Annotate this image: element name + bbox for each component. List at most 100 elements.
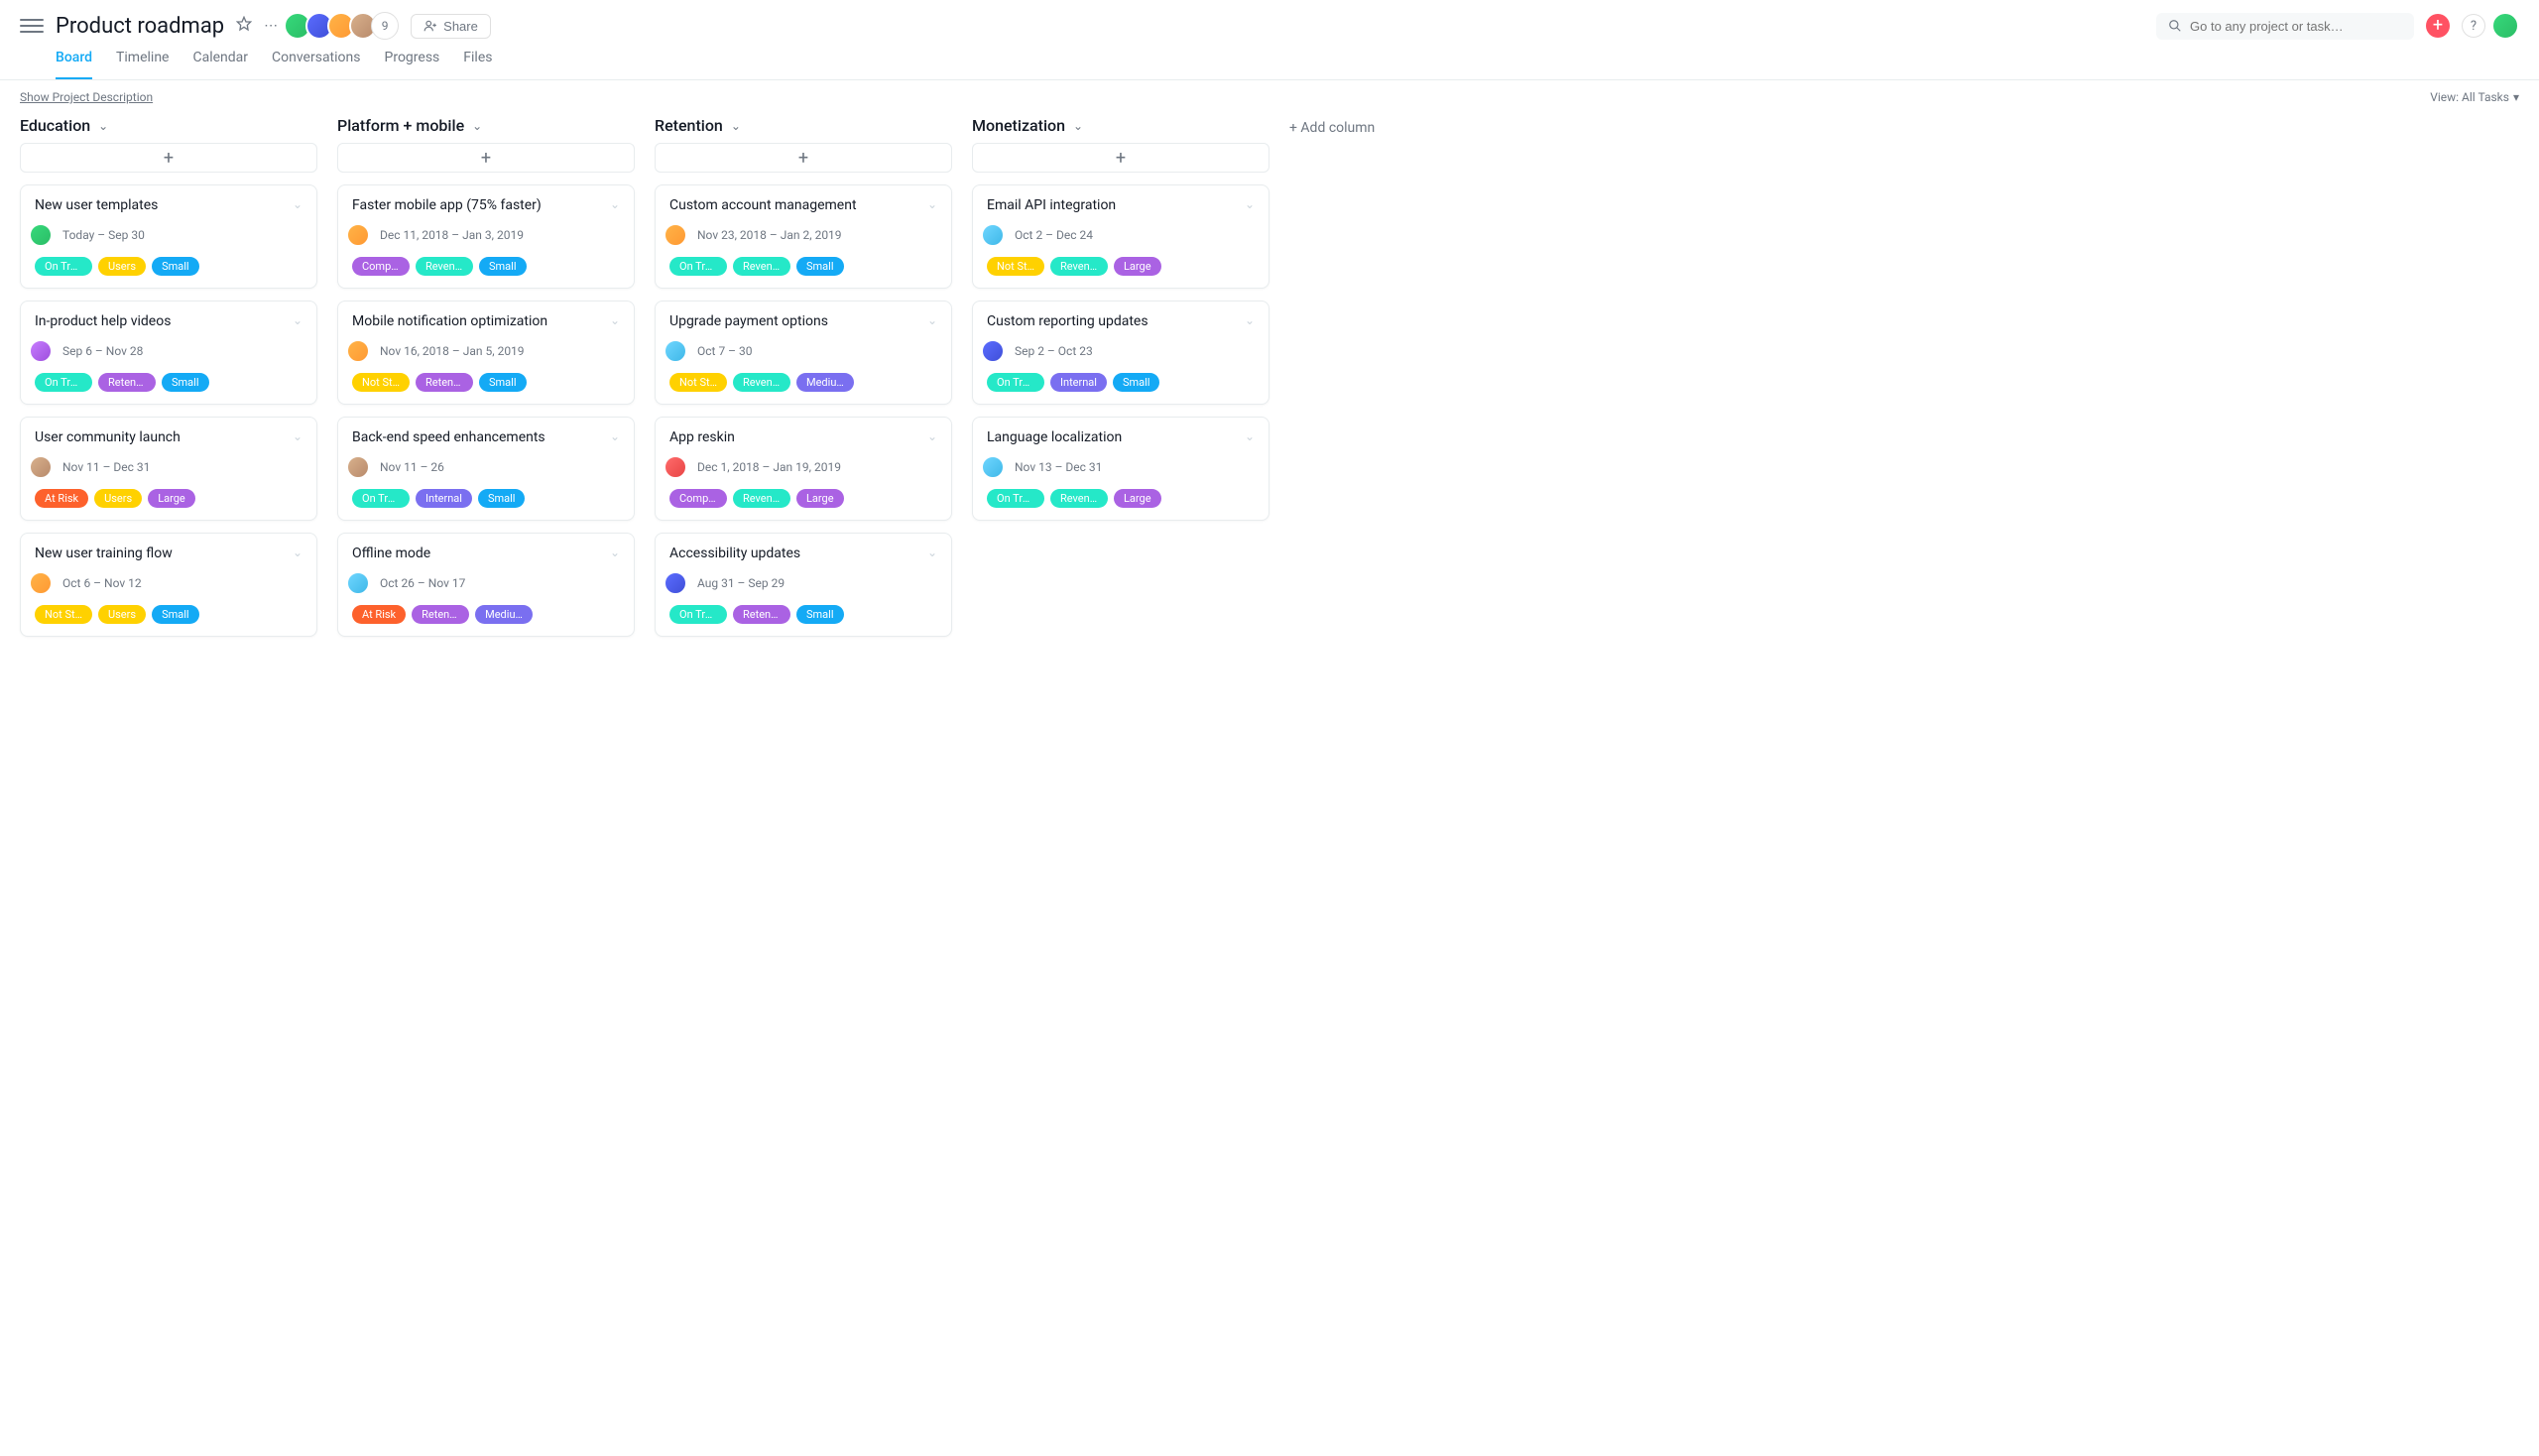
task-card[interactable]: In-product help videos⌄Sep 6 – Nov 28On … xyxy=(20,301,317,405)
menu-icon[interactable] xyxy=(20,14,44,38)
tag[interactable]: Not Started xyxy=(669,373,727,392)
chevron-down-icon[interactable]: ⌄ xyxy=(921,546,937,559)
member-avatars[interactable]: 9 xyxy=(290,12,399,40)
chevron-down-icon[interactable]: ⌄ xyxy=(604,313,620,327)
tab-board[interactable]: Board xyxy=(56,50,92,79)
add-card-button[interactable]: + xyxy=(655,143,952,173)
tag[interactable]: Small xyxy=(152,257,199,276)
assignee-avatar[interactable] xyxy=(29,571,53,595)
add-card-button[interactable]: + xyxy=(337,143,635,173)
tag[interactable]: At Risk xyxy=(35,489,88,508)
chevron-down-icon[interactable]: ⌄ xyxy=(731,119,741,133)
tag[interactable]: Small xyxy=(479,373,527,392)
chevron-down-icon[interactable]: ⌄ xyxy=(287,546,302,559)
more-icon[interactable]: ⋯ xyxy=(264,18,278,34)
tag[interactable]: Large xyxy=(796,489,844,508)
chevron-down-icon[interactable]: ⌄ xyxy=(472,119,482,133)
tag[interactable]: Small xyxy=(796,257,844,276)
tag[interactable]: Retention xyxy=(412,605,469,624)
show-description-link[interactable]: Show Project Description xyxy=(20,90,153,104)
tab-conversations[interactable]: Conversations xyxy=(272,50,360,79)
tag[interactable]: Revenue xyxy=(733,489,790,508)
tab-timeline[interactable]: Timeline xyxy=(116,50,169,79)
task-card[interactable]: New user training flow⌄Oct 6 – Nov 12Not… xyxy=(20,533,317,637)
tag[interactable]: Retention xyxy=(416,373,473,392)
tag[interactable]: On Track xyxy=(987,489,1044,508)
view-selector[interactable]: View: All Tasks ▾ xyxy=(2430,90,2519,104)
tag[interactable]: Revenue xyxy=(733,373,790,392)
assignee-avatar[interactable] xyxy=(664,571,687,595)
share-button[interactable]: Share xyxy=(411,14,491,39)
assignee-avatar[interactable] xyxy=(664,223,687,247)
tag[interactable]: Complete xyxy=(352,257,410,276)
task-card[interactable]: Language localization⌄Nov 13 – Dec 31On … xyxy=(972,417,1270,521)
tab-progress[interactable]: Progress xyxy=(385,50,440,79)
tag[interactable]: Small xyxy=(479,257,527,276)
tag[interactable]: Retention xyxy=(98,373,156,392)
global-add-button[interactable]: + xyxy=(2426,14,2450,38)
task-card[interactable]: Offline mode⌄Oct 26 – Nov 17At RiskReten… xyxy=(337,533,635,637)
assignee-avatar[interactable] xyxy=(346,223,370,247)
tag[interactable]: Small xyxy=(162,373,209,392)
tag[interactable]: Users xyxy=(98,257,146,276)
task-card[interactable]: Faster mobile app (75% faster)⌄Dec 11, 2… xyxy=(337,184,635,289)
global-search[interactable] xyxy=(2156,13,2414,40)
chevron-down-icon[interactable]: ⌄ xyxy=(921,313,937,327)
assignee-avatar[interactable] xyxy=(346,455,370,479)
tag[interactable]: Users xyxy=(98,605,146,624)
assignee-avatar[interactable] xyxy=(29,223,53,247)
tag[interactable]: Small xyxy=(796,605,844,624)
tag[interactable]: Small xyxy=(1113,373,1160,392)
tag[interactable]: Revenue xyxy=(416,257,473,276)
tag[interactable]: Not Started xyxy=(352,373,410,392)
assignee-avatar[interactable] xyxy=(981,223,1005,247)
assignee-avatar[interactable] xyxy=(346,339,370,363)
chevron-down-icon[interactable]: ⌄ xyxy=(287,429,302,443)
assignee-avatar[interactable] xyxy=(981,339,1005,363)
tag[interactable]: On Track xyxy=(35,257,92,276)
task-card[interactable]: Custom reporting updates⌄Sep 2 – Oct 23O… xyxy=(972,301,1270,405)
tag[interactable]: Internal xyxy=(1050,373,1107,392)
chevron-down-icon[interactable]: ⌄ xyxy=(1239,197,1255,211)
chevron-down-icon[interactable]: ⌄ xyxy=(604,197,620,211)
tag[interactable]: Large xyxy=(1114,489,1161,508)
assignee-avatar[interactable] xyxy=(664,339,687,363)
help-button[interactable]: ? xyxy=(2462,14,2485,38)
chevron-down-icon[interactable]: ⌄ xyxy=(98,119,108,133)
tag[interactable]: Complete xyxy=(669,489,727,508)
avatar-overflow[interactable]: 9 xyxy=(371,12,399,40)
tag[interactable]: Users xyxy=(94,489,142,508)
tab-files[interactable]: Files xyxy=(463,50,492,79)
add-card-button[interactable]: + xyxy=(20,143,317,173)
assignee-avatar[interactable] xyxy=(29,339,53,363)
assignee-avatar[interactable] xyxy=(664,455,687,479)
chevron-down-icon[interactable]: ⌄ xyxy=(604,429,620,443)
assignee-avatar[interactable] xyxy=(29,455,53,479)
tag[interactable]: Large xyxy=(1114,257,1161,276)
chevron-down-icon[interactable]: ⌄ xyxy=(1239,313,1255,327)
assignee-avatar[interactable] xyxy=(981,455,1005,479)
tag[interactable]: Small xyxy=(478,489,526,508)
task-card[interactable]: Upgrade payment options⌄Oct 7 – 30Not St… xyxy=(655,301,952,405)
tag[interactable]: On Track xyxy=(35,373,92,392)
tag[interactable]: Retention xyxy=(733,605,790,624)
tag[interactable]: On Track xyxy=(669,605,727,624)
chevron-down-icon[interactable]: ⌄ xyxy=(921,197,937,211)
tag[interactable]: Not Started xyxy=(987,257,1044,276)
current-user-avatar[interactable] xyxy=(2491,12,2519,40)
tag[interactable]: At Risk xyxy=(352,605,406,624)
assignee-avatar[interactable] xyxy=(346,571,370,595)
task-card[interactable]: Back-end speed enhancements⌄Nov 11 – 26O… xyxy=(337,417,635,521)
add-column-button[interactable]: + Add column xyxy=(1289,116,1375,136)
tag[interactable]: On Track xyxy=(987,373,1044,392)
tag[interactable]: On Track xyxy=(352,489,410,508)
star-icon[interactable] xyxy=(236,16,252,36)
tag[interactable]: On Track xyxy=(669,257,727,276)
tag[interactable]: Large xyxy=(148,489,195,508)
tag[interactable]: Medium xyxy=(796,373,854,392)
tag[interactable]: Medium xyxy=(475,605,533,624)
chevron-down-icon[interactable]: ⌄ xyxy=(287,197,302,211)
tag[interactable]: Revenue xyxy=(733,257,790,276)
tag[interactable]: Small xyxy=(152,605,199,624)
task-card[interactable]: New user templates⌄Today – Sep 30On Trac… xyxy=(20,184,317,289)
